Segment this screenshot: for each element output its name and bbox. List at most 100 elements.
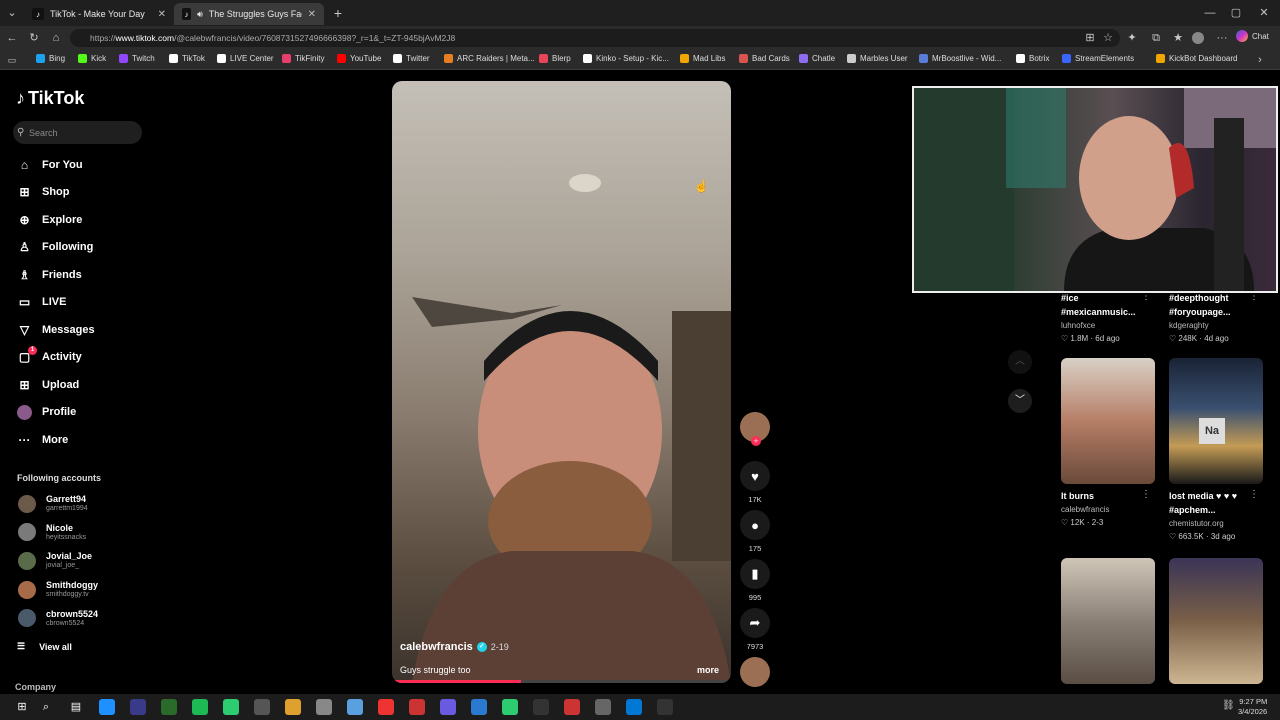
company-link[interactable]: Company [15,682,56,692]
tab-tiktok-home[interactable]: ♪ TikTok - Make Your Day ✕ [24,3,174,25]
system-clock[interactable]: 9:27 PM 3/4/2026 [1238,697,1267,717]
share-button[interactable]: ➦ 7973 [740,608,770,651]
like-button[interactable]: ♥ 17K [740,461,770,504]
address-bar[interactable]: https://www.tiktok.com/@calebwfrancis/vi… [70,29,1120,47]
start-menu-icon[interactable]: ⊞ [14,699,30,715]
nav-item[interactable]: ⊕ Explore [17,212,82,227]
collections-icon[interactable]: ⧉ [1148,30,1164,46]
taskbar-app-icon[interactable] [130,699,146,715]
bookmark-item[interactable]: LIVE Center [217,54,274,63]
favorite-star-icon[interactable]: ☆ [1100,30,1116,46]
bookmark-item[interactable]: MrBoostlive - Wid... [919,54,1001,63]
recommended-video-card[interactable]: #deepthought #foryoupage... kdgeraghty ♡ 2… [1169,291,1265,345]
card-menu-icon[interactable]: ⋮ [1249,489,1259,500]
recommended-video-card[interactable]: #ice #mexicanmusic... luhnofxce ♡ 1.8M · 6… [1061,291,1157,345]
close-window-icon[interactable]: ✕ [1256,5,1272,21]
bookmark-item[interactable]: Blerp [539,54,571,63]
nav-item[interactable]: ⌂ For You [17,157,83,172]
bookmark-item[interactable]: Chatle [799,54,835,63]
bookmark-item[interactable]: Marbles User [847,54,908,63]
taskbar-app-icon[interactable] [223,699,239,715]
comment-button[interactable]: ● 175 [740,510,770,553]
bookmark-item[interactable]: TikFinity [282,54,324,63]
card-author[interactable]: chemistutor.org [1169,517,1265,530]
bookmark-item[interactable]: TikTok [169,54,205,63]
bookmark-item[interactable]: KickBot Dashboard [1156,54,1237,63]
back-icon[interactable]: ← [4,30,20,46]
search-input[interactable]: ⚲ Search [13,121,142,144]
nav-item[interactable]: ▭ LIVE [17,295,67,310]
tab-video-active[interactable]: ♪ 🔊︎ The Struggles Guys Face That ✕ [174,3,324,25]
minimize-icon[interactable]: — [1202,5,1218,21]
view-all-link[interactable]: ☰ View all [17,641,72,652]
following-account[interactable]: cbrown5524 cbrown5524 [18,609,98,628]
nav-item[interactable]: ⊞ Upload [17,377,79,392]
favorites-icon[interactable]: ★ [1170,30,1186,46]
card-author[interactable]: kdgeraghty [1169,319,1265,332]
video-author[interactable]: calebwfrancis [400,641,473,653]
save-button[interactable]: ▮ 995 [740,559,770,602]
nav-item[interactable]: ▽ Messages [17,322,95,337]
nav-item[interactable]: ♗ Friends [17,267,82,282]
following-account[interactable]: Nicole heyitssnacks [18,523,86,542]
video-thumbnail-food[interactable] [1169,558,1263,684]
close-tab-icon[interactable]: ✕ [158,9,166,20]
maximize-icon[interactable]: ▢ [1228,5,1244,21]
video-thumbnail-cats[interactable] [1061,558,1155,684]
bookmark-item[interactable]: Botrix [1016,54,1049,63]
refresh-icon[interactable]: ↻ [26,30,42,46]
bookmark-item[interactable]: Bad Cards [739,54,790,63]
home-icon[interactable]: ⌂ [48,30,64,46]
card-author[interactable]: luhnofxce [1061,319,1157,332]
video-thumbnail-lost-media[interactable]: Na [1169,358,1263,484]
nav-item[interactable]: ♙ Following [17,240,93,255]
profile-avatar[interactable] [1192,32,1204,44]
tab-list-icon[interactable]: ⌄ [4,5,20,21]
bookmark-item[interactable]: Twitter [393,54,430,63]
taskbar-app-icon[interactable] [347,699,363,715]
nav-item[interactable]: ● Profile [17,404,76,420]
tiktok-logo[interactable]: ♪ TikTok [16,88,84,109]
bookmark-item[interactable]: Bing [36,54,65,63]
recommended-video-card[interactable]: It burns calebwfrancis ♡ 12K · 2-3 ⋮ [1061,489,1157,529]
next-video-button[interactable]: ﹀ [1008,389,1032,413]
taskbar-app-icon[interactable] [626,699,642,715]
bookmark-item[interactable]: Mad Libs [680,54,725,63]
follow-plus-icon[interactable]: + [751,436,761,446]
close-tab-icon[interactable]: ✕ [308,9,316,20]
bookmark-item[interactable]: Kick [78,54,106,63]
taskbar-app-icon[interactable] [564,699,580,715]
recommended-video-card[interactable]: lost media ♥ ♥ ♥ #apchem... chemistutor.o… [1169,489,1265,543]
taskbar-app-icon[interactable] [161,699,177,715]
split-screen-icon[interactable]: ⊞ [1082,30,1098,46]
video-progress-track[interactable] [392,680,731,683]
card-author[interactable]: calebwfrancis [1061,503,1157,516]
bookmark-folder-icon[interactable]: ▭ [4,52,20,68]
author-avatar-button[interactable]: + [740,412,770,446]
following-account[interactable]: Jovial_Joe jovial_joe_ [18,551,92,570]
more-bookmarks-icon[interactable]: › [1252,52,1268,68]
bookmark-item[interactable]: Kinko - Setup - Kic... [583,54,669,63]
video-thumbnail-it-burns[interactable] [1061,358,1155,484]
task-view-icon[interactable]: ▤ [68,699,84,715]
taskbar-app-icon[interactable] [378,699,394,715]
bookmark-item[interactable]: YouTube [337,54,381,63]
card-menu-icon[interactable]: ⋮ [1141,489,1151,500]
settings-menu-icon[interactable]: ··· [1214,30,1230,46]
taskbar-app-icon[interactable] [533,699,549,715]
nav-item[interactable]: ▢ 1 Activity [17,345,82,365]
taskbar-app-icon[interactable] [440,699,456,715]
taskbar-app-icon[interactable] [285,699,301,715]
copilot-chat-button[interactable]: Chat [1236,30,1269,42]
nav-item[interactable]: ··· More [17,432,69,447]
taskbar-app-icon[interactable] [254,699,270,715]
taskbar-app-icon[interactable] [471,699,487,715]
network-icon[interactable]: ⛓ [1222,700,1235,711]
following-account[interactable]: Smithdoggy smithdoggy.tv [18,580,98,599]
video-player[interactable]: calebwfrancis ✓ 2-19 Guys struggle too m… [392,81,731,683]
taskbar-app-icon[interactable] [502,699,518,715]
taskbar-app-icon[interactable] [316,699,332,715]
new-tab-icon[interactable]: + [330,5,346,21]
extensions-icon[interactable]: ✦ [1124,30,1140,46]
taskbar-app-icon[interactable] [192,699,208,715]
